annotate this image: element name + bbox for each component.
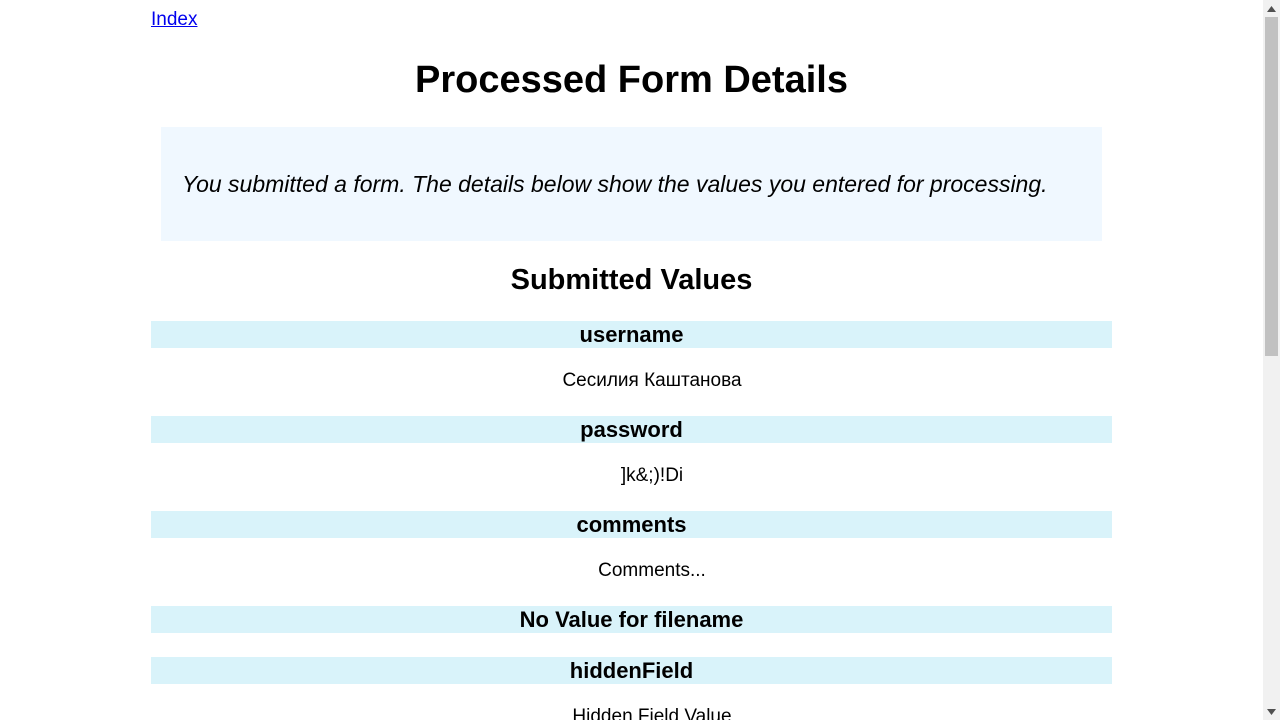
index-link[interactable]: Index — [151, 9, 197, 31]
submitted-values-heading: Submitted Values — [510, 264, 753, 296]
scrollbar-thumb[interactable] — [1265, 17, 1278, 356]
explanation-box: You submitted a form. The details below … — [161, 127, 1102, 241]
field-value-username: Сесилия Каштанова — [562, 370, 742, 391]
page-title: Processed Form Details — [415, 59, 848, 101]
scroll-up-arrow-icon[interactable] — [1263, 0, 1280, 17]
field-value-comments: Comments... — [598, 560, 706, 581]
field-heading-username: username — [151, 321, 1112, 348]
field-heading-password: password — [151, 416, 1112, 443]
scroll-down-arrow-icon[interactable] — [1263, 703, 1280, 720]
field-heading-hiddenfield: hiddenField — [151, 657, 1112, 684]
field-value-password: ]k&;)!Di — [620, 465, 684, 486]
field-heading-comments: comments — [151, 511, 1112, 538]
field-value-hiddenfield: Hidden Field Value — [572, 706, 732, 720]
vertical-scrollbar[interactable] — [1263, 0, 1280, 720]
explanation-text: You submitted a form. The details below … — [182, 171, 1048, 197]
page-viewport: Index Processed Form Details You submitt… — [0, 0, 1263, 720]
field-heading-filename: No Value for filename — [151, 606, 1112, 633]
